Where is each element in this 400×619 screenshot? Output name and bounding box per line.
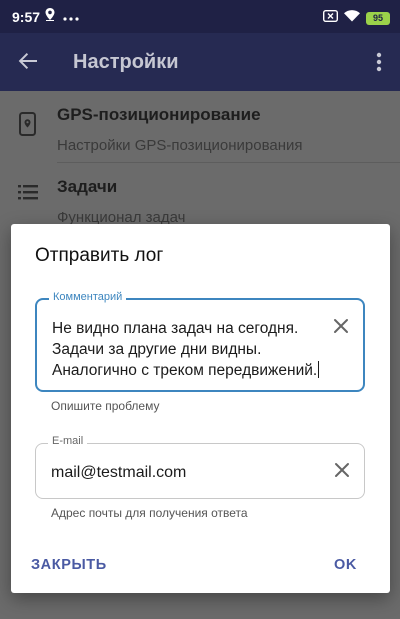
- settings-item-subtitle: Настройки GPS-позиционирования: [57, 137, 303, 154]
- list-icon: [18, 183, 38, 206]
- clear-comment-icon[interactable]: [333, 318, 349, 339]
- page-title: Настройки: [73, 51, 179, 73]
- comment-field-label: Комментарий: [49, 291, 127, 303]
- clear-email-icon[interactable]: [334, 462, 350, 483]
- more-vert-icon[interactable]: [376, 52, 382, 77]
- dialog-title: Отправить лог: [35, 245, 164, 266]
- battery-indicator: 95: [366, 11, 390, 25]
- email-helper-text: Адрес почты для получения ответа: [51, 506, 248, 520]
- text-caret: [318, 361, 320, 378]
- status-bar: 9:57 95: [0, 0, 400, 33]
- comment-input-text: Не видно плана задач на сегодня. Задачи …: [52, 320, 318, 379]
- comment-helper-text: Опишите проблему: [51, 399, 160, 413]
- settings-item-gps[interactable]: GPS-позиционирование Настройки GPS-позиц…: [0, 91, 400, 163]
- more-dots-icon: [63, 8, 79, 26]
- app-bar: Настройки: [0, 33, 400, 91]
- ok-button[interactable]: OK: [334, 557, 357, 573]
- status-time: 9:57: [12, 9, 41, 25]
- arrow-left-icon[interactable]: [17, 50, 39, 77]
- status-right-icons: 95: [322, 9, 390, 27]
- comment-field[interactable]: Комментарий Не видно плана задач на сего…: [35, 291, 365, 392]
- status-left-icons: [45, 8, 79, 26]
- close-button[interactable]: ЗАКРЫТЬ: [31, 557, 107, 573]
- wifi-icon: [344, 9, 360, 27]
- email-field[interactable]: E-mail mail@testmail.com: [35, 435, 365, 499]
- email-input[interactable]: mail@testmail.com: [51, 462, 331, 483]
- send-log-dialog: Отправить лог Комментарий Не видно плана…: [11, 224, 390, 593]
- comment-input[interactable]: Не видно плана задач на сегодня. Задачи …: [52, 318, 332, 381]
- no-sim-icon: [322, 9, 339, 27]
- settings-item-title: Задачи: [57, 177, 118, 196]
- email-field-label: E-mail: [48, 435, 88, 447]
- settings-item-title: GPS-позиционирование: [57, 105, 261, 124]
- location-pin-icon: [45, 8, 55, 26]
- gps-phone-icon: [18, 111, 38, 142]
